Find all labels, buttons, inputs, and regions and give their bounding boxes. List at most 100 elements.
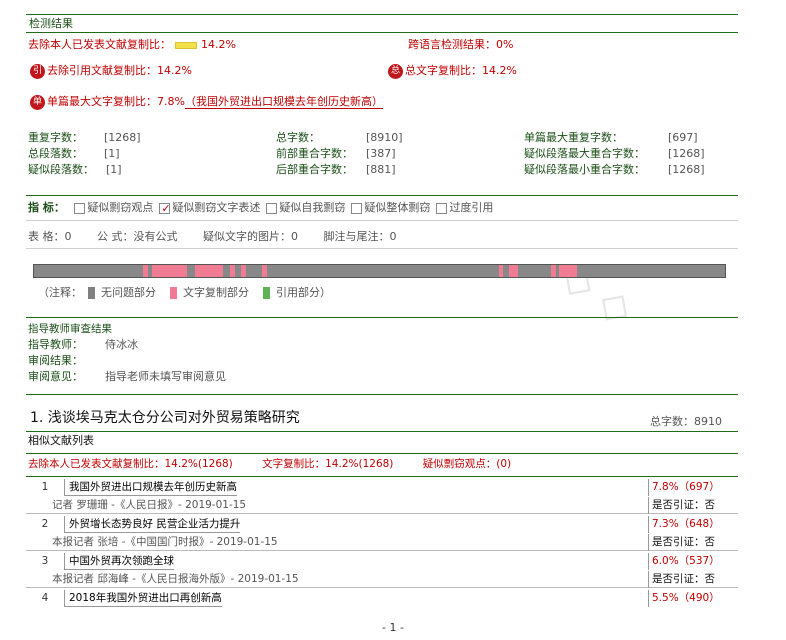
table-count: 表 格：0 [28, 230, 72, 243]
section-divider [26, 431, 738, 432]
indicator-text: 疑似剽窃文字表述 [172, 201, 261, 214]
single-icon: 单 [30, 94, 45, 110]
divider [26, 220, 738, 221]
reference-source: 本报记者 邱海峰 -《人民日报海外版》- 2019-01-15 [52, 573, 299, 585]
cross-language-result: 跨语言检测结果：0% [408, 38, 514, 51]
stat-value: [1268] [668, 147, 705, 160]
copied-segment [152, 265, 187, 277]
indicator-text: 过度引用 [449, 201, 494, 214]
indicator-text: 疑似整体剽窃 [364, 201, 431, 214]
reference-title[interactable]: 外贸增长态势良好 民营企业活力提升 [64, 516, 241, 533]
copied-segment [195, 265, 223, 277]
reference-row: 4 2018年我国外贸进出口再创新高 5.5%（490） [26, 590, 738, 607]
copied-segment [551, 265, 556, 277]
teacher-row: 指导教师： 侍冰冰 [28, 338, 138, 351]
copied-segment [262, 265, 267, 277]
reference-title[interactable]: 中国外贸再次领跑全球 [64, 553, 174, 570]
reference-ratio: 7.8%（697） [648, 479, 738, 496]
reference-row: 3 中国外贸再次领跑全球 6.0%（537） [26, 553, 738, 570]
stat-label: 总字数： [276, 131, 320, 144]
stat-label: 前部重合字数： [276, 147, 353, 160]
stat-label: 单篇最大重复字数： [524, 131, 623, 144]
stat-label: 后部重合字数： [276, 163, 353, 176]
copied-segment [143, 265, 148, 277]
stat-value: [1] [106, 163, 122, 176]
section-divider [26, 476, 738, 477]
opinion-row: 审阅意见： 指导老师未填写审阅意见 [28, 370, 226, 383]
divider [26, 248, 738, 249]
indicator-label: 指 标： [28, 201, 65, 214]
footnote-count: 脚注与尾注：0 [323, 230, 397, 243]
page-number: - 1 - [382, 621, 404, 634]
excl-self-ratio: 去除本人已发表文献复制比： 14.2% [28, 38, 236, 51]
stat-label: 总段落数： [28, 147, 83, 160]
copied-segment [230, 265, 235, 277]
indicator-checkbox[interactable] [436, 202, 448, 214]
indicator-text: 疑似自我剽窃 [279, 201, 346, 214]
indicator-checkbox[interactable] [74, 202, 86, 214]
paper-total-chars: 总字数：8910 [650, 415, 722, 428]
single-max-ratio: 单单篇最大文字复制比：7.8%（我国外贸进出口规模去年创历史新高） [30, 94, 383, 110]
indicator-checkbox[interactable] [351, 202, 363, 214]
single-max-title-link[interactable]: （我国外贸进出口规模去年创历史新高） [184, 95, 383, 109]
total-copy-ratio: 总总文字复制比：14.2% [388, 63, 517, 79]
stat-value: [881] [366, 163, 396, 176]
reference-row: 2 外贸增长态势良好 民营企业活力提升 7.3%（648） [26, 516, 738, 533]
result-row: 审阅结果： [28, 354, 83, 367]
bar-legend: （注释： 无问题部分 文字复制部分 引用部分） [38, 286, 331, 299]
stat-label: 疑似段落数： [28, 163, 94, 176]
reference-source-row: 本报记者 张培 -《中国国门时报》- 2019-01-15 是否引证：否 [26, 534, 738, 551]
reference-number: 4 [41, 592, 49, 604]
reference-title[interactable]: 我国外贸进出口规模去年创历史新高 [64, 479, 237, 496]
gray-swatch [88, 287, 95, 299]
indicator-items: 疑似剽窃观点 疑似剽窃文字表述 疑似自我剽窃 疑似整体剽窃 过度引用 [68, 201, 494, 217]
section-divider [26, 14, 738, 15]
similar-list-title: 相似文献列表 [28, 434, 94, 447]
copied-segment [499, 265, 503, 277]
reference-ratio: 7.3%（648） [648, 516, 738, 533]
review-title: 指导教师审查结果 [28, 323, 112, 335]
reference-number: 2 [41, 518, 49, 530]
reference-cite: 是否引证：否 [648, 534, 738, 551]
reference-source-row: 记者 罗珊珊 -《人民日报》- 2019-01-15 是否引证：否 [26, 497, 738, 514]
reference-ratio: 5.5%（490） [648, 590, 738, 607]
reference-row: 1 我国外贸进出口规模去年创历史新高 7.8%（697） [26, 479, 738, 496]
reference-source: 记者 罗珊珊 -《人民日报》- 2019-01-15 [52, 499, 247, 511]
indicator-checkbox[interactable] [159, 201, 171, 217]
section-divider [26, 32, 738, 33]
reference-source: 本报记者 张培 -《中国国门时报》- 2019-01-15 [52, 536, 278, 548]
stat-label: 重复字数： [28, 131, 83, 144]
stat-value: [8910] [366, 131, 403, 144]
paper-summary: 去除本人已发表文献复制比：14.2%(1268) 文字复制比：14.2%(126… [28, 458, 512, 470]
indicator-text: 疑似剽窃观点 [87, 201, 154, 214]
stat-value: [1268] [668, 163, 705, 176]
image-count: 疑似文字的图片：0 [203, 230, 298, 243]
ratio-swatch [175, 41, 197, 49]
reference-cite: 是否引证：否 [648, 571, 738, 588]
reference-number: 3 [41, 555, 49, 567]
counts-row: 表 格：0 公 式：没有公式 疑似文字的图片：0 脚注与尾注：0 [28, 229, 397, 245]
stat-value: [1] [104, 147, 120, 160]
paper-title: 1. 浅谈埃马克太仓分公司对外贸易策略研究 [30, 410, 300, 426]
reference-cite: 是否引证：否 [648, 497, 738, 514]
reference-title[interactable]: 2018年我国外贸进出口再创新高 [64, 590, 222, 607]
reference-number: 1 [41, 481, 49, 493]
total-icon: 总 [388, 63, 403, 79]
formula-count: 公 式：没有公式 [97, 230, 178, 243]
indicator-checkbox[interactable] [266, 202, 278, 214]
stat-label: 疑似段落最小重合字数： [524, 163, 645, 176]
pink-swatch [170, 287, 177, 299]
indicator-bar: 指 标： 疑似剽窃观点 疑似剽窃文字表述 疑似自我剽窃 疑似整体剽窃 过度引用 [28, 200, 494, 217]
section-divider [26, 453, 738, 454]
stat-value: [1268] [104, 131, 141, 144]
excl-ref-ratio: 引去除引用文献复制比：14.2% [30, 63, 192, 79]
stat-value: [387] [366, 147, 396, 160]
reference-ratio: 6.0%（537） [648, 553, 738, 570]
stat-label: 疑似段落最大重合字数： [524, 147, 645, 160]
stat-value: [697] [668, 131, 698, 144]
copied-segment [241, 265, 246, 277]
section-divider [26, 317, 738, 318]
detection-title: 检测结果 [29, 17, 73, 30]
copied-segment [559, 265, 577, 277]
section-divider [26, 394, 738, 395]
